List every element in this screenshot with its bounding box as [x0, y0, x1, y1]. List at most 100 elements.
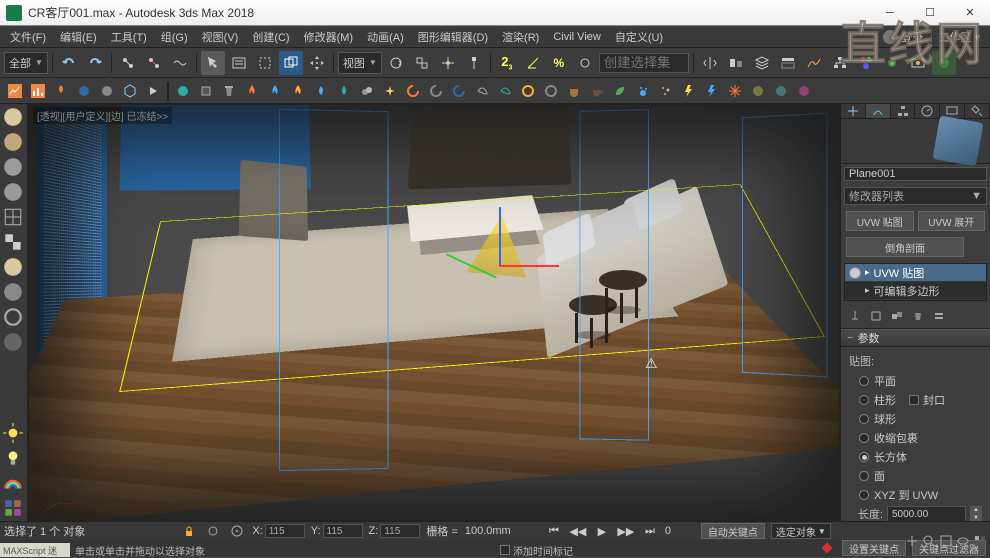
object-name-field[interactable]: Plane001	[844, 167, 987, 181]
login-button[interactable]: 登录	[877, 29, 929, 45]
radio-shrinkwrap[interactable]: 收缩包裹	[859, 430, 982, 446]
fx-swirl3-icon[interactable]	[448, 80, 470, 102]
fx-bolt2-icon[interactable]	[701, 80, 723, 102]
scale-button[interactable]	[410, 51, 434, 75]
toggle-ribbon-button[interactable]	[776, 51, 800, 75]
angle-snap-button[interactable]	[521, 51, 545, 75]
maximize-viewport-button[interactable]	[972, 533, 988, 549]
fx-splash-icon[interactable]	[632, 80, 654, 102]
viewcube[interactable]	[933, 116, 984, 167]
fx-smoke-icon[interactable]	[356, 80, 378, 102]
left-sphere5-icon[interactable]	[2, 256, 24, 278]
configure-button[interactable]	[930, 307, 948, 325]
left-sphere1-icon[interactable]	[2, 106, 24, 128]
menu-create[interactable]: 创建(C)	[246, 27, 295, 47]
fx-fire-blue-icon[interactable]	[264, 80, 286, 102]
render-setup-button[interactable]	[880, 51, 904, 75]
tab-hierarchy[interactable]	[891, 104, 916, 118]
menu-civilview[interactable]: Civil View	[547, 29, 606, 45]
menu-animation[interactable]: 动画(A)	[361, 27, 410, 47]
zoom-extents-button[interactable]	[938, 533, 954, 549]
fx-dust-icon[interactable]	[655, 80, 677, 102]
fx-spark-icon[interactable]	[379, 80, 401, 102]
pin-stack-button[interactable]	[846, 307, 864, 325]
menu-graph[interactable]: 图形编辑器(D)	[412, 27, 494, 47]
fx-trash-icon[interactable]	[218, 80, 240, 102]
goto-start-button[interactable]: ⏮	[545, 523, 563, 539]
eye-icon[interactable]	[849, 267, 861, 279]
setkey-button[interactable]: 设置关键点	[842, 540, 906, 556]
render-button[interactable]	[932, 51, 956, 75]
minimize-button[interactable]: ─	[870, 0, 910, 26]
schematic-view-button[interactable]	[828, 51, 852, 75]
material-editor-button[interactable]	[854, 51, 878, 75]
menu-render[interactable]: 渲染(R)	[496, 27, 545, 47]
remove-mod-button[interactable]	[909, 307, 927, 325]
cap-checkbox[interactable]: 封口	[909, 392, 945, 408]
snap-toggle-button[interactable]: 23	[495, 51, 519, 75]
fx-sphere-gray-icon[interactable]	[96, 80, 118, 102]
fx-ring2-icon[interactable]	[540, 80, 562, 102]
z-field[interactable]: 115	[380, 524, 420, 538]
make-unique-button[interactable]	[888, 307, 906, 325]
uvw-map-button[interactable]: UVW 贴图	[846, 211, 914, 231]
add-time-tag[interactable]: 添加时间标记	[500, 543, 573, 557]
unlink-button[interactable]	[142, 51, 166, 75]
left-sphere2-icon[interactable]	[2, 131, 24, 153]
fx-swirl5-icon[interactable]	[494, 80, 516, 102]
named-selection-input[interactable]	[599, 53, 689, 73]
x-field[interactable]: 115	[265, 524, 305, 538]
layer-explorer-button[interactable]	[750, 51, 774, 75]
align-button[interactable]	[724, 51, 748, 75]
tab-motion[interactable]	[915, 104, 940, 118]
left-sphere3-icon[interactable]	[2, 156, 24, 178]
fx-ring-icon[interactable]	[517, 80, 539, 102]
goto-end-button[interactable]: ⏭	[641, 523, 659, 539]
length-spinner[interactable]: 长度: 5000.00 ▲▼	[855, 506, 982, 521]
fx-graph-icon[interactable]	[4, 80, 26, 102]
key-target-dropdown[interactable]: 选定对象▼	[771, 523, 831, 539]
stack-item-uvw[interactable]: ▸ UVW 贴图	[845, 264, 986, 282]
undo-button[interactable]	[57, 51, 81, 75]
play-button[interactable]: ▶	[593, 523, 611, 539]
pivot-button[interactable]	[436, 51, 460, 75]
curve-editor-button[interactable]	[802, 51, 826, 75]
zoom-view-button[interactable]	[921, 533, 937, 549]
ref-coord-dropdown[interactable]: 视图▼	[338, 52, 382, 74]
spinner-arrows[interactable]: ▲▼	[970, 506, 982, 521]
radio-spherical[interactable]: 球形	[859, 411, 982, 427]
radio-box[interactable]: 长方体	[859, 449, 982, 465]
radio-planar[interactable]: 平面	[859, 373, 982, 389]
fx-hex-icon[interactable]	[119, 80, 141, 102]
fx-icon-c[interactable]	[793, 80, 815, 102]
fx-bolt-icon[interactable]	[678, 80, 700, 102]
left-sun-icon[interactable]	[2, 422, 24, 444]
spinner-snap-button[interactable]	[573, 51, 597, 75]
tab-utilities[interactable]	[965, 104, 990, 118]
radio-cylindrical[interactable]: 柱形 封口	[859, 392, 982, 408]
radio-face[interactable]: 面	[859, 468, 982, 484]
modifier-list-dropdown[interactable]: 修改器列表▼	[844, 187, 987, 205]
prev-frame-button[interactable]: ◀◀	[569, 523, 587, 539]
redo-button[interactable]	[83, 51, 107, 75]
menu-tools[interactable]: 工具(T)	[105, 27, 153, 47]
bind-spacewarp-button[interactable]	[168, 51, 192, 75]
fx-icon-a[interactable]	[747, 80, 769, 102]
pan-view-button[interactable]	[904, 533, 920, 549]
fx-bars-icon[interactable]	[27, 80, 49, 102]
percent-snap-button[interactable]: %	[547, 51, 571, 75]
fx-leaf-icon[interactable]	[609, 80, 631, 102]
link-button[interactable]	[116, 51, 140, 75]
fx-swirl4-icon[interactable]	[471, 80, 493, 102]
menu-customize[interactable]: 自定义(U)	[609, 27, 669, 47]
fx-drop-icon[interactable]	[310, 80, 332, 102]
setkey-icon[interactable]	[818, 540, 836, 556]
left-swatch-icon[interactable]	[2, 497, 24, 519]
y-field[interactable]: 115	[323, 524, 363, 538]
fx-burst-icon[interactable]	[724, 80, 746, 102]
rotate-button[interactable]	[384, 51, 408, 75]
left-circle-icon[interactable]	[2, 306, 24, 328]
select-by-name-button[interactable]	[227, 51, 251, 75]
menu-view[interactable]: 视图(V)	[196, 27, 245, 47]
selection-filter-dropdown[interactable]: 全部▼	[4, 52, 48, 74]
